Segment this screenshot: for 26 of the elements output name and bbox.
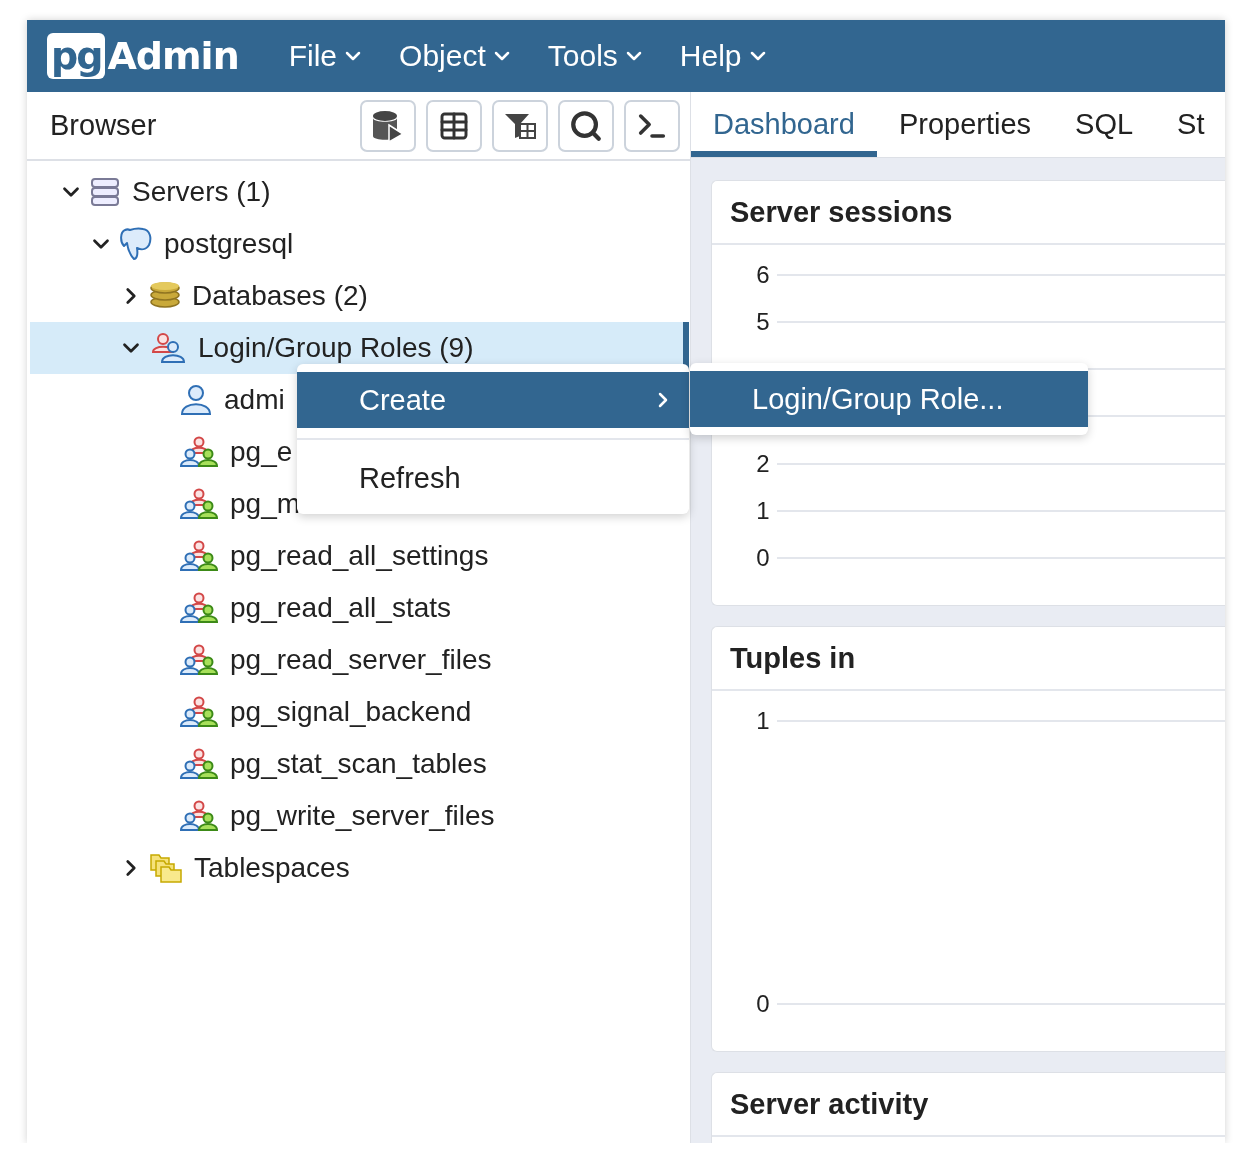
logo-badge: pg xyxy=(47,33,106,79)
tree-item-label: pg_e xyxy=(230,436,293,468)
panel-title: Browser xyxy=(50,109,158,142)
tree-item-label: Login/Group Roles (9) xyxy=(198,332,474,364)
axis-label: 0 xyxy=(755,990,771,1018)
axis-label: 1 xyxy=(755,707,771,735)
axis-label: 6 xyxy=(755,261,771,289)
axis-label: 5 xyxy=(755,308,771,337)
card-title: Server activity xyxy=(712,1073,1225,1137)
tree-item-label: pg_read_server_files xyxy=(230,644,492,676)
tree-item-label: pg_write_server_files xyxy=(230,800,495,832)
tree-item-label: pg_read_all_stats xyxy=(230,592,452,624)
tree-item-label: Servers (1) xyxy=(132,176,271,208)
card-title: Tuples in xyxy=(712,627,1225,691)
axis-label: 1 xyxy=(755,496,771,525)
logo-text: Admin xyxy=(107,34,239,78)
tree-item-label: pg_stat_scan_tables xyxy=(230,748,487,780)
tree-item-label: pg_signal_backend xyxy=(230,696,472,728)
tree-item-label: admi xyxy=(224,384,285,416)
tree-item-label: postgresql xyxy=(164,228,294,260)
tree-item-label: Databases (2) xyxy=(192,280,368,312)
tree-item-label: Tablespaces xyxy=(194,852,350,884)
tree-item-label: pg_read_all_settings xyxy=(230,540,489,572)
axis-label: 2 xyxy=(755,449,771,478)
card-title: Server sessions xyxy=(712,181,1225,245)
axis-label: 0 xyxy=(755,543,771,572)
